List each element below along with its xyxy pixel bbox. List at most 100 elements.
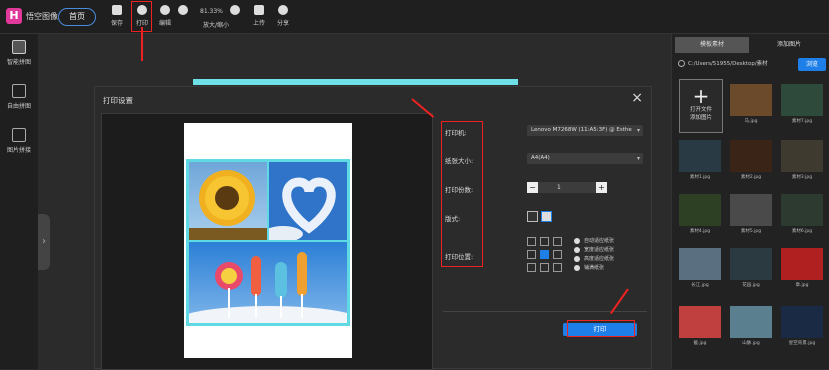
- close-icon[interactable]: ×: [631, 90, 643, 106]
- thumbnail-label: 素材2.jpg: [740, 175, 762, 180]
- material-thumbnail[interactable]: [781, 248, 823, 280]
- dialog-title: 打印设置: [103, 96, 133, 105]
- material-thumbnail[interactable]: [679, 194, 721, 226]
- material-thumbnail[interactable]: [781, 306, 823, 338]
- print-button-highlight-box: [567, 320, 635, 337]
- material-thumbnail[interactable]: [679, 248, 721, 280]
- radio-icon: [574, 246, 580, 253]
- material-thumbnail[interactable]: [730, 248, 772, 280]
- thumbnail-label: 素材7.jpg: [791, 119, 813, 124]
- print-settings-dialog: 打印设置 × 打印机: 纸张大小: 打印份数: 版式: 打印位置: Lenovo…: [94, 86, 652, 370]
- folder-path-text: C:/Users/51955/Desktop/素材: [688, 61, 768, 67]
- zoom-label: 放大/缩小: [203, 22, 230, 29]
- material-thumbnail[interactable]: [730, 306, 772, 338]
- position-cell[interactable]: [553, 250, 562, 259]
- divider: [443, 311, 647, 312]
- sidebar-item-smart-collage[interactable]: 智能拼图: [4, 40, 34, 66]
- thumbnail-label: 素材3.jpg: [791, 175, 813, 180]
- thumbnail-label: 素材4.jpg: [689, 229, 711, 234]
- position-cell[interactable]: [527, 263, 536, 272]
- open-file-tile[interactable]: + 打开文件 添加图片: [679, 79, 723, 133]
- orientation-label: 版式:: [445, 215, 461, 223]
- canvas-frame-edge: [193, 79, 518, 85]
- sidebar-item-label: 智能拼图: [6, 59, 31, 66]
- sidebar-item-image-stitch[interactable]: 图片拼接: [4, 128, 34, 154]
- collapse-handle[interactable]: ›: [38, 214, 50, 270]
- plus-icon: +: [692, 84, 710, 108]
- zoom-out-icon: [230, 5, 240, 15]
- save-button[interactable]: 保存: [105, 5, 129, 27]
- thumbnail-label: 马.jpg: [744, 119, 758, 124]
- share-button[interactable]: 分享: [271, 5, 295, 27]
- material-thumbnail[interactable]: [679, 140, 721, 172]
- home-button[interactable]: 首页: [58, 8, 96, 26]
- tab-template-materials[interactable]: 模板素材: [675, 37, 749, 53]
- app-name: 悟空图像: [26, 12, 58, 21]
- printer-select[interactable]: Lenovo M7268W (11:A5:3F) @ Esthe ▾: [527, 125, 643, 136]
- print-preview: [101, 113, 433, 370]
- position-cell[interactable]: [540, 237, 549, 246]
- edit-button[interactable]: 编辑: [153, 5, 177, 27]
- position-cell[interactable]: [527, 250, 536, 259]
- position-cell[interactable]: [553, 263, 562, 272]
- thumbnail-label: 素材6.jpg: [791, 229, 813, 234]
- printer-value: Lenovo M7268W (11:A5:3F) @ Esthe: [531, 127, 632, 133]
- heart-cloud-image: [268, 161, 348, 241]
- browse-button[interactable]: 浏览: [798, 58, 826, 71]
- stitch-icon: [12, 128, 26, 142]
- copies-label: 打印份数:: [445, 186, 474, 194]
- tab-add-images[interactable]: 添加图片: [752, 37, 826, 53]
- edit-icon: [160, 5, 170, 15]
- paper-size-value: A4(A4): [531, 155, 550, 161]
- material-thumbnail[interactable]: [781, 140, 823, 172]
- position-cell[interactable]: [527, 237, 536, 246]
- thumbnail-label: 素材5.jpg: [740, 229, 762, 234]
- zoom-out-button[interactable]: [229, 5, 241, 18]
- portrait-orientation-button[interactable]: [541, 211, 552, 222]
- thumbnail-label: 花园.jpg: [742, 283, 760, 288]
- fill-paper-option[interactable]: 铺满纸张: [574, 264, 604, 271]
- zoom-in-icon: [178, 5, 188, 15]
- plus-icon[interactable]: +: [596, 182, 607, 193]
- sidebar-item-label: 自由拼图: [6, 103, 31, 110]
- left-sidebar: 智能拼图 自由拼图 图片拼接: [0, 34, 38, 369]
- minus-icon[interactable]: −: [527, 182, 538, 193]
- preview-page: [184, 123, 352, 358]
- thumbnail-label: 截.jpg: [693, 341, 707, 346]
- material-thumbnail[interactable]: [781, 84, 823, 116]
- fit-auto-option[interactable]: 自动适应纸张: [574, 237, 614, 244]
- landscape-orientation-button[interactable]: [527, 211, 538, 222]
- open-file-line2: 添加图片: [689, 115, 712, 121]
- thumbnail-label: 长江.jpg: [691, 283, 709, 288]
- folder-path: C:/Users/51955/Desktop/素材: [678, 58, 798, 70]
- fit-height-option[interactable]: 高度适应纸张: [574, 255, 614, 262]
- paper-size-select[interactable]: A4(A4) ▾: [527, 153, 643, 164]
- print-settings-panel: 打印机: 纸张大小: 打印份数: 版式: 打印位置: Lenovo M7268W…: [439, 115, 649, 365]
- radio-icon: [574, 237, 580, 244]
- top-toolbar: H 悟空图像 首页 保存 打印 编辑 81.33% 放大/缩小 上传 分享: [0, 0, 829, 34]
- copies-value[interactable]: 1: [557, 182, 561, 193]
- paper-size-label: 纸张大小:: [445, 157, 474, 165]
- edit-label: 编辑: [158, 20, 171, 27]
- material-thumbnail[interactable]: [730, 194, 772, 226]
- copies-stepper[interactable]: − 1 +: [527, 182, 607, 193]
- upload-button[interactable]: 上传: [247, 5, 271, 27]
- position-cell[interactable]: [540, 263, 549, 272]
- material-thumbnail[interactable]: [781, 194, 823, 226]
- material-thumbnail[interactable]: [730, 84, 772, 116]
- zoom-in-button[interactable]: [177, 5, 189, 18]
- share-icon: [278, 5, 288, 15]
- position-cell[interactable]: [553, 237, 562, 246]
- refresh-icon[interactable]: [678, 60, 685, 67]
- print-position-label: 打印位置:: [445, 253, 474, 261]
- grid-icon: [12, 40, 26, 54]
- material-thumbnail[interactable]: [679, 306, 721, 338]
- chevron-down-icon: ▾: [636, 155, 640, 162]
- sidebar-item-free-collage[interactable]: 自由拼图: [4, 84, 34, 110]
- position-cell-selected[interactable]: [540, 250, 549, 259]
- app-logo: H: [6, 8, 22, 24]
- material-thumbnail[interactable]: [730, 140, 772, 172]
- printer-label: 打印机:: [445, 129, 467, 137]
- fit-width-option[interactable]: 宽度适应纸张: [574, 246, 614, 253]
- share-label: 分享: [276, 20, 289, 27]
